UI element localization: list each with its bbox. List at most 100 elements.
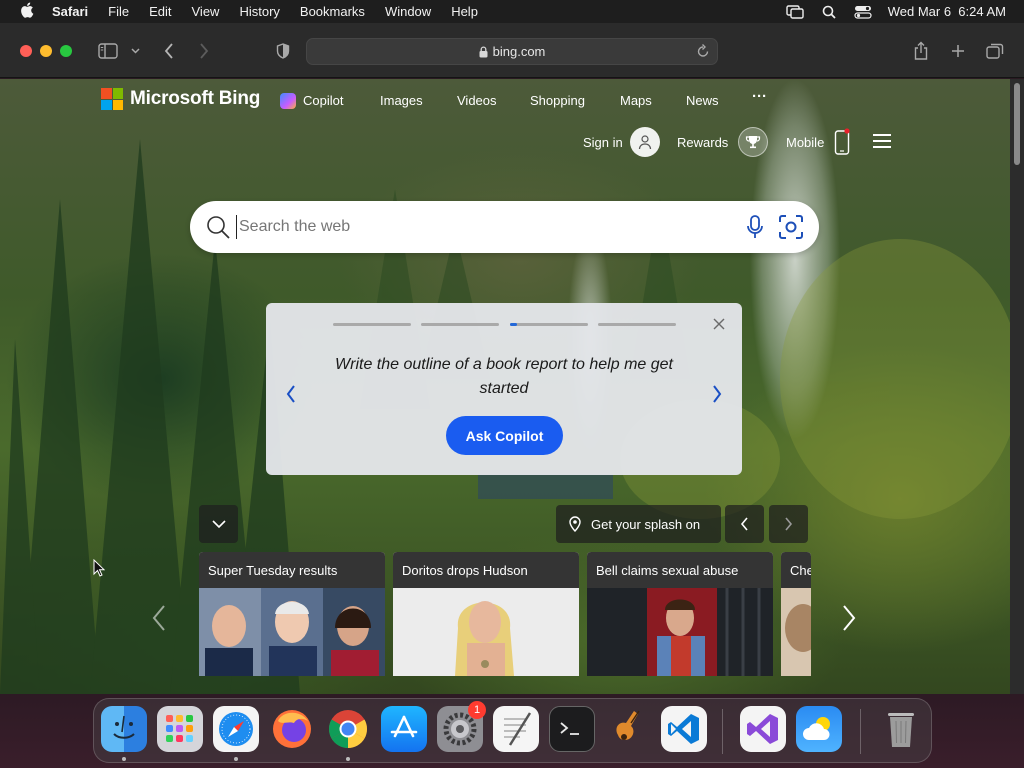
weather-icon[interactable]: [796, 706, 842, 752]
next-image-button[interactable]: [769, 505, 808, 543]
chevron-right-icon: [785, 517, 793, 531]
nav-videos[interactable]: Videos: [457, 93, 497, 108]
nav-shopping[interactable]: Shopping: [530, 93, 585, 108]
menu-edit[interactable]: Edit: [149, 4, 171, 19]
search-input[interactable]: [236, 215, 716, 239]
system-settings-icon[interactable]: 1: [437, 701, 486, 752]
finder-icon[interactable]: [101, 706, 147, 752]
sign-in-link[interactable]: Sign in: [583, 127, 660, 157]
address-bar[interactable]: bing.com: [306, 38, 718, 65]
carousel-progress-4[interactable]: [598, 323, 676, 326]
tab-overview-icon[interactable]: [986, 41, 1004, 61]
visual-studio-code-icon[interactable]: [661, 706, 707, 752]
nav-images[interactable]: Images: [380, 93, 423, 108]
firefox-icon[interactable]: [269, 706, 315, 752]
rewards-link[interactable]: Rewards: [677, 127, 769, 157]
chevron-down-icon: [211, 519, 226, 528]
location-pin-icon: [569, 516, 581, 532]
screen-mirroring-icon[interactable]: [786, 4, 804, 19]
search-icon[interactable]: [206, 215, 230, 244]
ask-copilot-button[interactable]: Ask Copilot: [446, 416, 563, 455]
scrollbar-thumb[interactable]: [1014, 83, 1020, 165]
menu-help[interactable]: Help: [451, 4, 478, 19]
microsoft-logo-icon: [101, 88, 123, 110]
visual-studio-icon[interactable]: [740, 706, 786, 752]
splash-label: Get your splash on: [591, 516, 701, 532]
finder-running-indicator: [122, 757, 126, 761]
trash-icon[interactable]: [878, 706, 924, 752]
safari-icon[interactable]: [213, 706, 259, 752]
rewards-label: Rewards: [677, 134, 729, 150]
menu-bookmarks[interactable]: Bookmarks: [300, 4, 365, 19]
get-your-splash-button[interactable]: Get your splash on: [556, 505, 721, 543]
new-tab-icon[interactable]: [949, 41, 967, 61]
app-store-icon[interactable]: [381, 706, 427, 752]
lock-icon: [479, 45, 488, 58]
news-card[interactable]: Doritos drops Hudson: [393, 552, 579, 676]
copilot-icon[interactable]: [280, 93, 296, 109]
news-card[interactable]: Super Tuesday results: [199, 552, 385, 676]
carousel-progress-3[interactable]: [510, 323, 588, 326]
apple-menu-icon[interactable]: [18, 2, 36, 22]
menu-history[interactable]: History: [239, 4, 279, 19]
zoom-window-button[interactable]: [60, 45, 72, 57]
app-menu-safari[interactable]: Safari: [52, 4, 88, 19]
menu-view[interactable]: View: [192, 4, 220, 19]
mobile-phone-icon: [834, 128, 850, 156]
news-prev-chevron-icon[interactable]: [152, 605, 166, 636]
news-card-title: Bell claims sexual abuse: [587, 552, 773, 588]
news-next-chevron-icon[interactable]: [842, 605, 856, 636]
forward-icon[interactable]: [197, 41, 211, 61]
collapse-feed-button[interactable]: [199, 505, 238, 543]
bing-page: Microsoft Bing Copilot Images Videos Sho…: [0, 79, 1010, 694]
garageband-icon[interactable]: [605, 706, 651, 752]
close-icon[interactable]: [713, 317, 725, 335]
page-scrollbar[interactable]: [1010, 79, 1024, 694]
launchpad-icon[interactable]: [157, 706, 203, 752]
sidebar-menu-chevron-icon[interactable]: [130, 41, 140, 61]
mobile-label: Mobile: [786, 134, 825, 150]
carousel-progress-1[interactable]: [333, 323, 411, 326]
nav-maps[interactable]: Maps: [620, 93, 652, 108]
terminal-icon[interactable]: [549, 706, 595, 752]
chrome-icon[interactable]: [325, 706, 371, 752]
browser-toolbar: bing.com: [0, 23, 1024, 78]
reload-icon[interactable]: [696, 43, 710, 59]
textedit-icon[interactable]: [493, 706, 539, 752]
carousel-progress-3-active: [510, 323, 517, 326]
share-icon[interactable]: [912, 41, 930, 61]
news-card[interactable]: Bell claims sexual abuse: [587, 552, 773, 676]
sidebar-toggle-icon[interactable]: [97, 41, 119, 61]
visual-search-camera-icon[interactable]: [778, 214, 804, 245]
previous-image-button[interactable]: [725, 505, 764, 543]
mobile-link[interactable]: Mobile: [786, 127, 850, 157]
menu-window[interactable]: Window: [385, 4, 431, 19]
nav-more-button[interactable]: ···: [752, 88, 767, 105]
news-card-title: Che: [781, 552, 811, 588]
minimize-window-button[interactable]: [40, 45, 52, 57]
carousel-progress-2[interactable]: [421, 323, 499, 326]
privacy-shield-icon[interactable]: [275, 41, 291, 61]
menu-clock[interactable]: Wed Mar 6 6:24 AM: [888, 4, 1006, 19]
voice-search-microphone-icon[interactable]: [746, 215, 764, 244]
settings-notification-badge: 1: [468, 701, 486, 719]
nav-news[interactable]: News: [686, 93, 719, 108]
control-center-icon[interactable]: [854, 5, 872, 19]
safari-running-indicator: [234, 757, 238, 761]
hamburger-menu-icon[interactable]: [872, 133, 892, 149]
news-card[interactable]: Che: [781, 552, 811, 676]
nav-copilot[interactable]: Copilot: [303, 93, 343, 108]
carousel-next-chevron-icon[interactable]: [712, 385, 722, 408]
chrome-running-indicator: [346, 757, 350, 761]
carousel-prev-chevron-icon[interactable]: [286, 385, 296, 408]
spotlight-search-icon[interactable]: [820, 5, 838, 19]
close-window-button[interactable]: [20, 45, 32, 57]
microsoft-bing-logo[interactable]: Microsoft Bing: [101, 88, 260, 110]
sign-in-label: Sign in: [583, 134, 623, 150]
copilot-prompt-text: Write the outline of a book report to he…: [335, 356, 673, 397]
back-icon[interactable]: [162, 41, 176, 61]
chevron-left-icon: [740, 517, 748, 531]
window-controls: [20, 45, 72, 57]
menu-file[interactable]: File: [108, 4, 129, 19]
dock: 1: [93, 698, 932, 763]
